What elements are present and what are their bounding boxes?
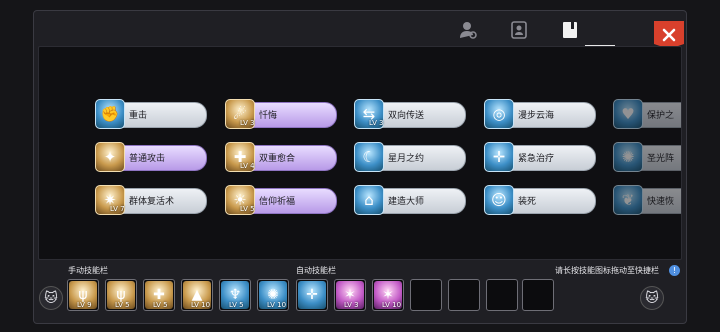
skill-slot-icon: ✛ — [298, 281, 326, 309]
skill-item[interactable]: ☾ 星月之约 — [354, 142, 466, 172]
close-button[interactable] — [654, 21, 684, 49]
manual-slot[interactable]: ✚ LV 5 — [143, 279, 175, 311]
slot-level: LV 10 — [382, 301, 402, 309]
skill-item[interactable]: ☺ 装死 — [484, 185, 596, 215]
slot-level: LV 5 — [115, 301, 130, 309]
cat-avatar-right[interactable]: 🐱 — [640, 286, 664, 310]
skill-name: 快速恢 — [647, 197, 675, 207]
auto-slot[interactable]: ✛ — [296, 279, 328, 311]
slot-level: LV 10 — [267, 301, 287, 309]
skill-name: 双重愈合 — [259, 154, 296, 164]
skill-level: LV 5 — [240, 205, 255, 213]
contact-card-icon[interactable] — [508, 19, 530, 41]
skill-name: 普通攻击 — [129, 154, 166, 164]
auto-slot[interactable]: ✶ LV 10 — [372, 279, 404, 311]
holy-circle-icon: ✺ — [613, 142, 643, 172]
skill-name: 建造大师 — [388, 197, 425, 207]
skill-name: 圣光阵 — [647, 154, 675, 164]
skill-item[interactable]: ❦ 快速恢 — [613, 185, 681, 215]
manual-slot[interactable]: ψ LV 9 — [67, 279, 99, 311]
skill-item[interactable]: ✊ 重击 — [95, 99, 207, 129]
drag-hint: 请长按技能图标拖动至快捷栏 — [555, 266, 659, 275]
shield-icon: ♥ — [613, 99, 643, 129]
auto-bar-label: 自动技能栏 — [296, 266, 336, 275]
auto-slot-empty[interactable] — [448, 279, 480, 311]
cloud-walk-icon: ◎ — [484, 99, 514, 129]
skill-name: 装死 — [518, 197, 537, 207]
quick-recover-icon: ❦ — [613, 185, 643, 215]
skill-item[interactable]: ✷ LV 7 群体复活术 — [95, 185, 207, 215]
skill-name: 重击 — [129, 111, 148, 121]
skill-name: 星月之约 — [388, 154, 425, 164]
star-moon-icon: ☾ — [354, 142, 384, 172]
auto-slot[interactable]: ✶ LV 3 — [334, 279, 366, 311]
skill-item[interactable]: ☀ LV 5 信仰祈福 — [225, 185, 337, 215]
emergency-heal-icon: ✛ — [484, 142, 514, 172]
skill-item[interactable]: ☄ LV 3 忏悔 — [225, 99, 337, 129]
manual-slot[interactable]: ▲ LV 10 — [181, 279, 213, 311]
skill-item[interactable]: ✺ 圣光阵 — [613, 142, 681, 172]
skill-item[interactable]: ♥ 保护之 — [613, 99, 681, 129]
manual-bar-label: 手动技能栏 — [68, 266, 108, 275]
skill-name: 保护之 — [647, 111, 675, 121]
auto-slot-empty[interactable] — [522, 279, 554, 311]
skill-level: LV 3 — [240, 119, 255, 127]
skill-item[interactable]: ◎ 漫步云海 — [484, 99, 596, 129]
manual-slot[interactable]: ψ LV 5 — [105, 279, 137, 311]
skill-name: 紧急治疗 — [518, 154, 555, 164]
manual-slot[interactable]: ✺ LV 10 — [257, 279, 289, 311]
build-master-icon: ⌂ — [354, 185, 384, 215]
slot-level: LV 10 — [191, 301, 211, 309]
strike-icon: ✊ — [95, 99, 125, 129]
auto-slot-empty[interactable] — [486, 279, 518, 311]
skill-name: 双向传送 — [388, 111, 425, 121]
person-settings-icon[interactable] — [457, 19, 479, 41]
attack-icon: ✦ — [95, 142, 125, 172]
slot-level: LV 9 — [77, 301, 92, 309]
skill-level: LV 4 — [240, 162, 255, 170]
skill-name: 忏悔 — [259, 111, 278, 121]
cat-avatar-left[interactable]: 🐱 — [39, 286, 63, 310]
skill-item[interactable]: ✛ 紧急治疗 — [484, 142, 596, 172]
manual-slot[interactable]: ♆ LV 5 — [219, 279, 251, 311]
skill-item[interactable]: ✦ 普通攻击 — [95, 142, 207, 172]
skill-level: LV 3 — [369, 119, 384, 127]
skill-book-icon[interactable] — [559, 19, 581, 41]
skill-list-area: ✊ 重击 ☄ LV 3 忏悔 ⇆ LV 3 双向传送 ◎ 漫步云海 ♥ 保护之 … — [38, 46, 682, 260]
slot-level: LV 3 — [344, 301, 359, 309]
slot-level: LV 5 — [153, 301, 168, 309]
skill-item[interactable]: ⌂ 建造大师 — [354, 185, 466, 215]
skill-name: 群体复活术 — [129, 197, 175, 207]
slot-level: LV 5 — [229, 301, 244, 309]
skill-item[interactable]: ✚ LV 4 双重愈合 — [225, 142, 337, 172]
play-dead-icon: ☺ — [484, 185, 514, 215]
skill-name: 漫步云海 — [518, 111, 555, 121]
auto-slot-empty[interactable] — [410, 279, 442, 311]
top-tab-bar — [34, 11, 686, 49]
info-icon[interactable]: ! — [669, 265, 680, 276]
close-icon — [662, 28, 676, 42]
skill-item[interactable]: ⇆ LV 3 双向传送 — [354, 99, 466, 129]
skill-level: LV 7 — [110, 205, 125, 213]
skill-name: 信仰祈福 — [259, 197, 296, 207]
